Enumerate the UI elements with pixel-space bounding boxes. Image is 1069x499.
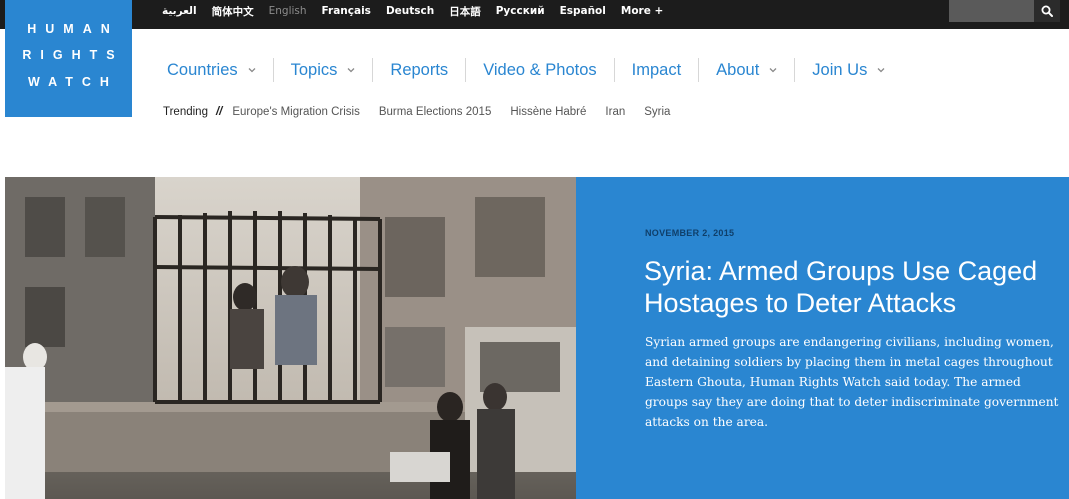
lang-german[interactable]: Deutsch: [386, 5, 434, 17]
hero-title-link[interactable]: Syria: Armed Groups Use Caged Hostages t…: [644, 255, 1064, 319]
nav-topics[interactable]: Topics: [274, 58, 374, 82]
nav-about-label: About: [716, 60, 760, 79]
logo-line-2: RIGHTS: [22, 48, 124, 62]
nav-reports-label: Reports: [390, 60, 449, 79]
nav-topics-label: Topics: [290, 60, 338, 79]
lang-japanese[interactable]: 日本語: [449, 4, 481, 19]
logo-line-3: WATCH: [28, 75, 118, 89]
chevron-down-icon: [877, 67, 885, 73]
nav-video-photos[interactable]: Video & Photos: [466, 58, 615, 82]
search-icon: [1041, 5, 1053, 17]
nav-impact[interactable]: Impact: [615, 58, 700, 82]
logo-line-1: HUMAN: [27, 22, 119, 36]
hero-date: NOVEMBER 2, 2015: [645, 228, 735, 238]
hrw-logo[interactable]: HUMAN RIGHTS WATCH: [5, 0, 132, 117]
trending-bar: Trending // Europe's Migration Crisis Bu…: [163, 106, 689, 118]
nav-countries-label: Countries: [167, 60, 238, 79]
nav-impact-label: Impact: [631, 60, 682, 79]
hero-image[interactable]: [5, 177, 576, 499]
nav-video-photos-label: Video & Photos: [483, 60, 597, 79]
language-bar: العربية 简体中文 English Français Deutsch 日本…: [0, 0, 1069, 29]
trending-separator: //: [215, 106, 223, 118]
nav-reports[interactable]: Reports: [373, 58, 467, 82]
hero-summary: Syrian armed groups are endangering civi…: [645, 335, 1059, 429]
lang-chinese[interactable]: 简体中文: [212, 4, 254, 19]
chevron-down-icon: [769, 67, 777, 73]
hero-panel: NOVEMBER 2, 2015 Syria: Armed Groups Use…: [576, 177, 1069, 499]
main-nav: Countries Topics Reports Video & Photos …: [150, 58, 902, 82]
trending-item[interactable]: Burma Elections 2015: [379, 106, 492, 118]
search-button[interactable]: [1034, 0, 1060, 22]
trending-item[interactable]: Syria: [644, 106, 670, 118]
trending-item[interactable]: Iran: [605, 106, 625, 118]
nav-join-us-label: Join Us: [812, 60, 868, 79]
trending-item[interactable]: Hissène Habré: [510, 106, 586, 118]
lang-arabic[interactable]: العربية: [162, 5, 197, 17]
nav-about[interactable]: About: [699, 58, 796, 82]
language-list: العربية 简体中文 English Français Deutsch 日本…: [162, 0, 678, 22]
nav-join-us[interactable]: Join Us: [795, 58, 902, 82]
chevron-down-icon: [248, 67, 256, 73]
lang-more[interactable]: More +: [621, 5, 663, 17]
lang-french[interactable]: Français: [322, 5, 371, 17]
search-input[interactable]: [949, 0, 1034, 22]
hero-photo-illustration: [5, 177, 576, 499]
lang-spanish[interactable]: Español: [560, 5, 606, 17]
chevron-down-icon: [347, 67, 355, 73]
lang-russian[interactable]: Русский: [496, 5, 545, 17]
lang-english[interactable]: English: [269, 5, 307, 17]
trending-item[interactable]: Europe's Migration Crisis: [232, 106, 359, 118]
trending-label: Trending: [163, 106, 208, 118]
nav-countries[interactable]: Countries: [150, 58, 274, 82]
